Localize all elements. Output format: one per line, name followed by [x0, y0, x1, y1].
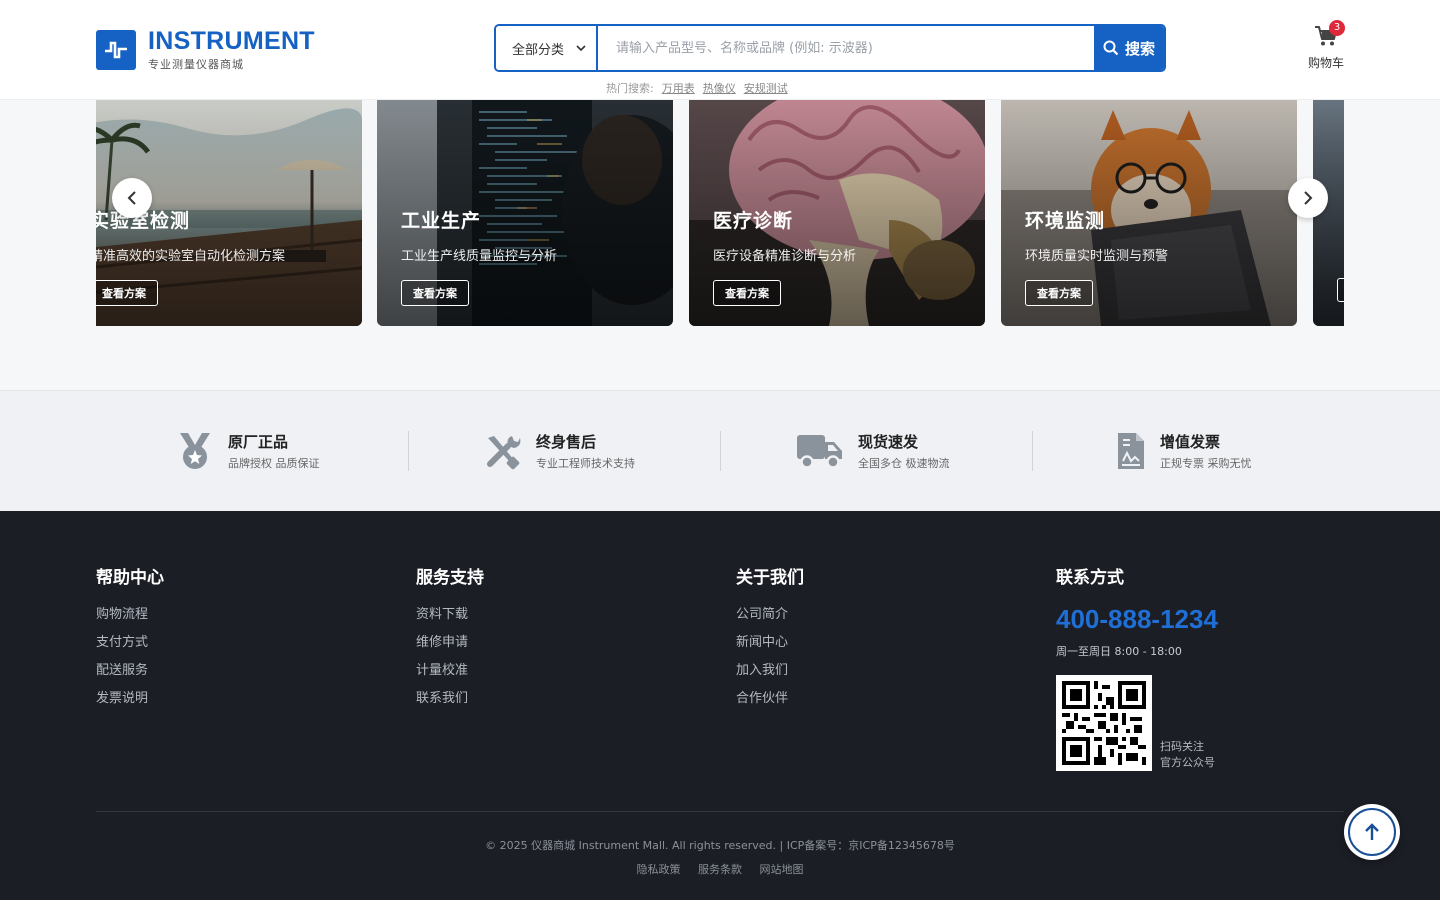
footer-link[interactable]: 计量校准: [416, 662, 484, 680]
footer-column-title: 联系方式: [1056, 568, 1124, 588]
search-icon: [1103, 40, 1119, 56]
footer-column-title: 关于我们: [736, 568, 804, 588]
card-description: 精准高效的实验室自动化检测方案: [96, 249, 286, 264]
hot-search-link[interactable]: 热像仪: [703, 80, 736, 96]
footer-link[interactable]: 维修申请: [416, 634, 484, 652]
footer-link[interactable]: 公司简介: [736, 606, 804, 624]
footer-link[interactable]: 新闻中心: [736, 634, 804, 652]
feature-item: 现货速发 全国多仓 极速物流: [796, 431, 950, 471]
hot-searches: 热门搜索: 万用表 热像仪 安规测试: [606, 80, 788, 96]
footer-column-help: 帮助中心 购物流程 支付方式 配送服务 发票说明: [96, 563, 164, 718]
divider: [408, 431, 409, 471]
card-description: 医疗设备精准诊断与分析: [713, 249, 857, 264]
divider: [1032, 431, 1033, 471]
search-input[interactable]: [598, 26, 1094, 70]
feature-item: 原厂正品 品牌授权 品质保证: [176, 431, 320, 471]
card-description: 环境质量实时监测与预警: [1025, 249, 1169, 264]
feature-title: 增值发票: [1160, 433, 1221, 451]
feature-title: 原厂正品: [228, 433, 289, 451]
invoice-icon: [1118, 433, 1144, 469]
feature-subtitle: 全国多仓 极速物流: [858, 457, 950, 470]
qr-code: [1056, 675, 1152, 771]
tools-icon: [487, 436, 521, 470]
footer-link[interactable]: 购物流程: [96, 606, 164, 624]
service-hours: 周一至周日 8:00 - 18:00: [1056, 645, 1182, 658]
footer-column-about: 关于我们 公司简介 新闻中心 加入我们 合作伙伴: [736, 563, 804, 718]
solutions-carousel: 实验室检测 精准高效的实验室自动化检测方案 查看方案 工业生产 工业生产线质量监…: [96, 100, 1344, 326]
footer-link[interactable]: 加入我们: [736, 662, 804, 680]
view-solution-button[interactable]: 查看方案: [96, 280, 158, 306]
footer-link[interactable]: 资料下载: [416, 606, 484, 624]
view-solution-button[interactable]: 查看方案: [713, 280, 781, 306]
footer-link[interactable]: 支付方式: [96, 634, 164, 652]
hotline-phone[interactable]: 400-888-1234: [1056, 604, 1218, 635]
card-title: 医疗诊断: [713, 210, 794, 232]
footer-column-contact: 联系方式 400-888-1234 周一至周日 8:00 - 18:00 扫码关…: [1056, 563, 1218, 771]
cart-label: 购物车: [1307, 56, 1344, 70]
chevron-left-icon: [127, 191, 136, 205]
solution-card[interactable]: 医疗诊断 医疗设备精准诊断与分析 查看方案: [689, 100, 985, 326]
logo-mark-icon: [96, 30, 136, 70]
feature-subtitle: 品牌授权 品质保证: [228, 457, 320, 470]
feature-subtitle: 正规专票 采购无忧: [1160, 457, 1252, 470]
carousel-next-button[interactable]: [1288, 178, 1328, 218]
arrow-up-icon: [1365, 823, 1379, 840]
feature-title: 终身售后: [536, 433, 597, 451]
card-title: 工业生产: [401, 210, 482, 232]
cart-count-badge: 3: [1329, 20, 1345, 36]
footer-link[interactable]: 合作伙伴: [736, 690, 804, 708]
footer-link[interactable]: 发票说明: [96, 690, 164, 708]
qr-caption-line: 官方公众号: [1160, 756, 1215, 769]
hot-search-label: 热门搜索:: [606, 82, 654, 95]
view-solution-button[interactable]: 查看方案: [401, 280, 469, 306]
footer-column-title: 帮助中心: [96, 568, 164, 588]
footer-link[interactable]: 联系我们: [416, 690, 484, 708]
search-button[interactable]: 搜索: [1094, 26, 1164, 70]
copyright: © 2025 仪器商城 Instrument Mall. All rights …: [485, 839, 955, 852]
search-button-label: 搜索: [1124, 39, 1155, 58]
cart-icon: 3: [1313, 20, 1345, 48]
terms-link[interactable]: 服务条款: [698, 863, 742, 876]
category-select[interactable]: 全部分类: [496, 26, 598, 70]
feature-subtitle: 专业工程师技术支持: [536, 457, 635, 470]
search-bar: 全部分类 搜索: [494, 24, 1166, 72]
footer-column-title: 服务支持: [416, 568, 484, 588]
medal-icon: [180, 433, 210, 469]
category-select-value: 全部分类: [512, 42, 565, 58]
qr-caption: 扫码关注 官方公众号: [1160, 739, 1215, 771]
view-solution-button-partial[interactable]: [1337, 278, 1344, 302]
sitemap-link[interactable]: 网站地图: [760, 863, 804, 876]
footer-divider: [96, 811, 1344, 812]
feature-item: 增值发票 正规专票 采购无忧: [1116, 431, 1252, 471]
truck-icon: [797, 435, 842, 469]
logo-subtitle: 专业测量仪器商城: [148, 58, 244, 71]
card-title: 环境监测: [1025, 210, 1106, 232]
carousel-prev-button[interactable]: [112, 178, 152, 218]
chevron-down-icon: [576, 45, 586, 52]
privacy-link[interactable]: 隐私政策: [637, 863, 681, 876]
footer-column-service: 服务支持 资料下载 维修申请 计量校准 联系我们: [416, 563, 484, 718]
feature-title: 现货速发: [858, 433, 919, 451]
card-description: 工业生产线质量监控与分析: [401, 249, 558, 264]
site-header: INSTRUMENT 专业测量仪器商城 全部分类 搜索 热门搜索: 万用表 热像…: [0, 0, 1440, 100]
logo[interactable]: INSTRUMENT 专业测量仪器商城: [96, 28, 315, 72]
cart-button[interactable]: 3 购物车: [1302, 20, 1350, 71]
site-footer: 帮助中心 购物流程 支付方式 配送服务 发票说明 服务支持 资料下载 维修申请 …: [0, 511, 1440, 900]
divider: [720, 431, 721, 471]
solution-card[interactable]: 工业生产 工业生产线质量监控与分析 查看方案: [377, 100, 673, 326]
footer-link[interactable]: 配送服务: [96, 662, 164, 680]
qr-caption-line: 扫码关注: [1160, 740, 1204, 753]
back-to-top-button[interactable]: [1344, 804, 1400, 860]
hot-search-link[interactable]: 安规测试: [744, 80, 788, 96]
feature-item: 终身售后 专业工程师技术支持: [484, 431, 635, 471]
view-solution-button[interactable]: 查看方案: [1025, 280, 1093, 306]
footer-bottom-links: 隐私政策 服务条款 网站地图: [0, 861, 1440, 877]
chevron-right-icon: [1304, 191, 1313, 205]
hot-search-link[interactable]: 万用表: [662, 80, 695, 96]
features-bar: 原厂正品 品牌授权 品质保证 终身售后 专业工程师技术支持 现货速发 全国多仓 …: [0, 390, 1440, 511]
solution-card[interactable]: 环境监测 环境质量实时监测与预警 查看方案: [1001, 100, 1297, 326]
logo-title: INSTRUMENT: [148, 27, 315, 55]
